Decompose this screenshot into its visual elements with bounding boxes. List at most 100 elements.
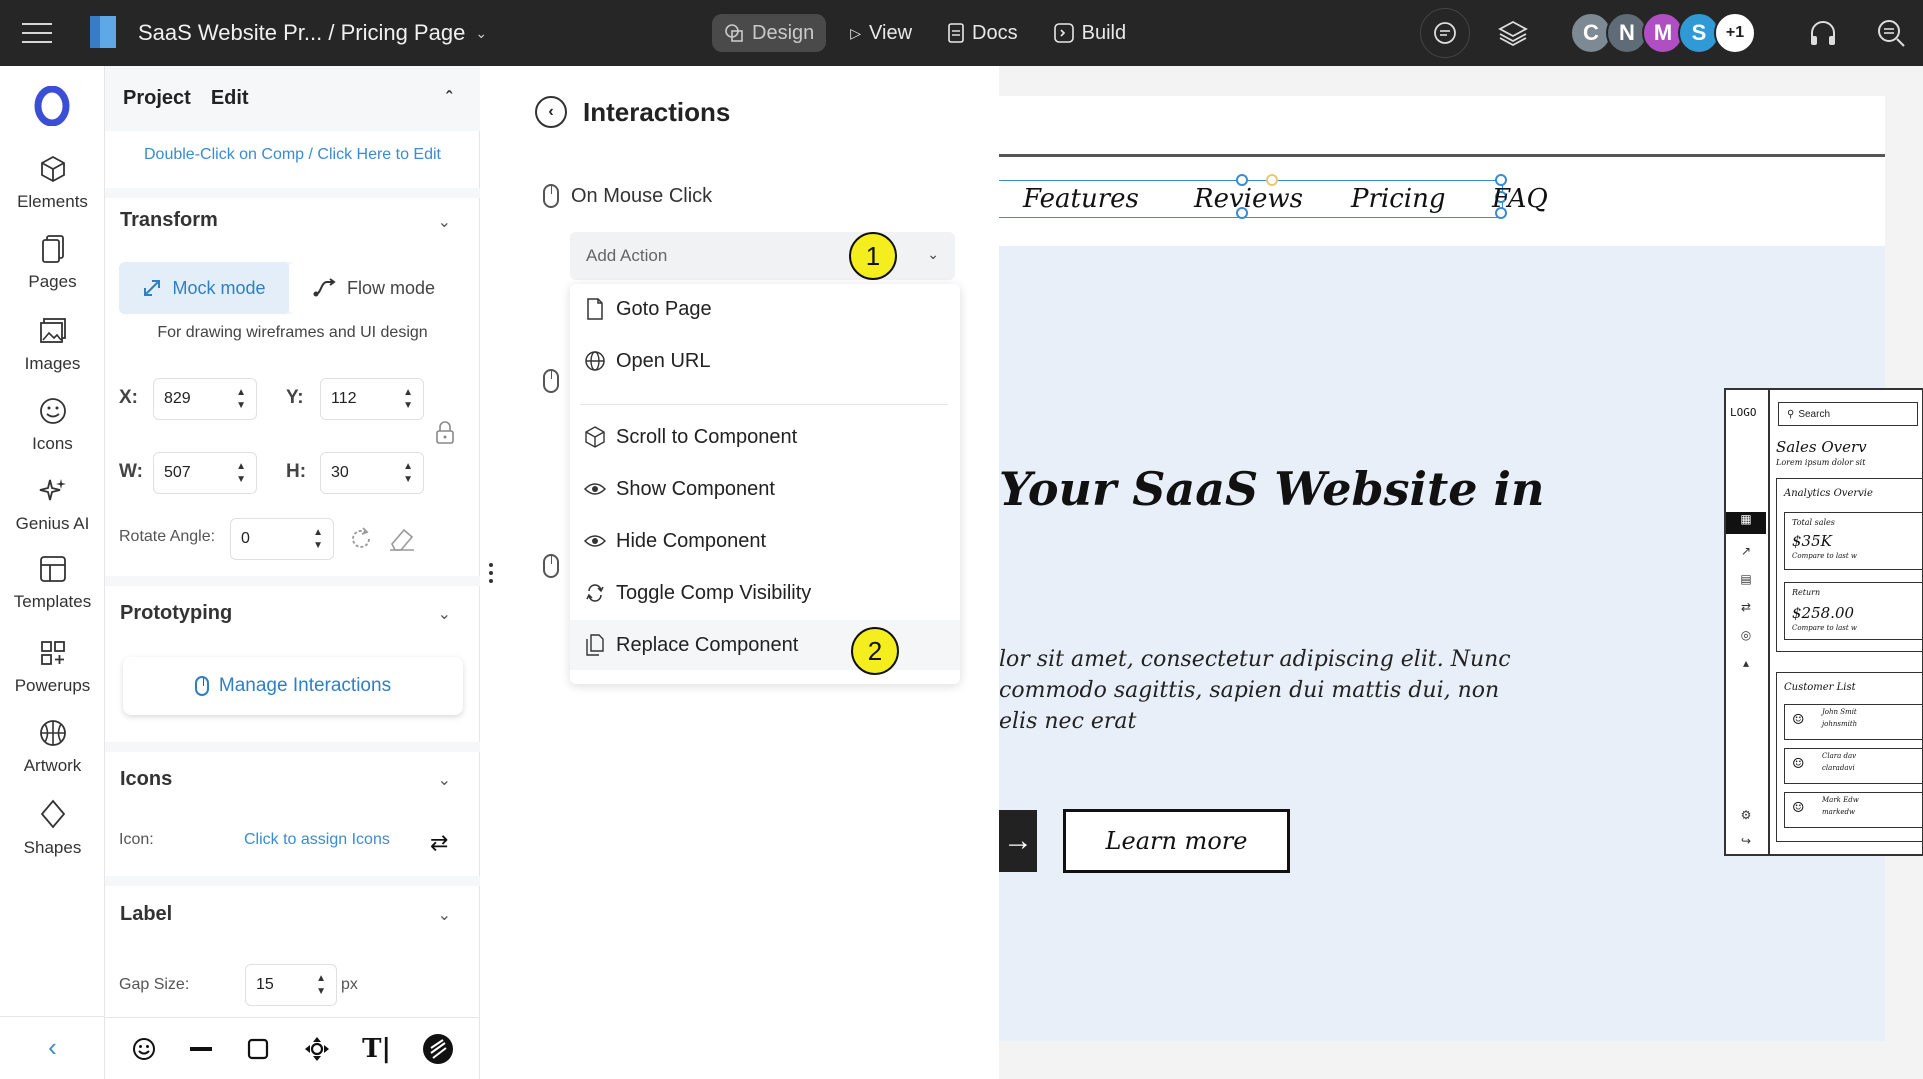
breadcrumb[interactable]: SaaS Website Pr... / Pricing Page ⌄ xyxy=(138,18,487,48)
stepper-icon[interactable]: ▲ ▼ xyxy=(236,460,246,486)
gap-size-label: Gap Size: xyxy=(119,976,190,993)
swap-icon[interactable]: ⇄ xyxy=(430,830,448,856)
chevron-down-icon[interactable]: ⌄ xyxy=(438,604,451,624)
rail-elements[interactable]: Elements xyxy=(0,154,105,212)
icons-title[interactable]: Icons xyxy=(120,768,172,791)
stepper-icon[interactable]: ▲ ▼ xyxy=(316,972,326,998)
line-icon[interactable] xyxy=(188,1036,214,1062)
learn-more-button[interactable]: Learn more xyxy=(1063,809,1290,873)
chevron-down-icon[interactable]: ⌄ xyxy=(438,212,451,232)
text-tool-icon[interactable]: T| xyxy=(362,1034,391,1064)
headphones-icon[interactable] xyxy=(1798,8,1848,58)
menu-divider xyxy=(580,404,948,405)
nav-docs[interactable]: Docs xyxy=(936,14,1030,52)
avatar-more[interactable]: +1 xyxy=(1714,12,1756,54)
nav-link-pricing[interactable]: Pricing xyxy=(1351,184,1446,214)
hero-paragraph[interactable]: lor sit amet, consectetur adipiscing eli… xyxy=(999,644,1511,737)
mouse-icon[interactable] xyxy=(543,369,559,393)
mode-toggle: Mock mode Flow mode xyxy=(119,262,459,314)
design-canvas[interactable]: Features Reviews Pricing FAQ Your SaaS W… xyxy=(999,66,1923,1079)
assign-icons-link[interactable]: Click to assign Icons xyxy=(244,831,390,849)
y-input[interactable]: 112 ▲ ▼ xyxy=(320,378,424,420)
nav-link-features[interactable]: Features xyxy=(1023,184,1139,214)
move-icon[interactable] xyxy=(303,1035,331,1063)
gap-size-input[interactable]: 15 ▲ ▼ xyxy=(245,964,337,1006)
back-icon[interactable]: ‹ xyxy=(535,96,567,128)
event-label: On Mouse Click xyxy=(571,184,713,207)
menu-label: Show Component xyxy=(616,477,775,500)
menu-item-scroll-to-component[interactable]: Scroll to Component xyxy=(570,412,960,462)
stepper-icon[interactable]: ▲ ▼ xyxy=(403,460,413,486)
collaborator-avatars[interactable]: C N M S +1 xyxy=(1570,12,1756,54)
add-action-dropdown[interactable]: Add Action ⌄ xyxy=(570,232,955,280)
rail-genius-ai[interactable]: Genius AI xyxy=(0,476,105,534)
lock-icon[interactable] xyxy=(435,421,455,450)
chevron-left-icon[interactable]: ‹ xyxy=(48,1032,57,1063)
rail-templates[interactable]: Templates xyxy=(0,554,105,612)
rotate-icon[interactable] xyxy=(348,526,374,557)
chevron-down-icon[interactable]: ⌄ xyxy=(927,246,939,263)
chevron-down-icon[interactable]: ⌄ xyxy=(438,905,451,925)
search-help-icon[interactable] xyxy=(1866,8,1916,58)
rail-images[interactable]: Images xyxy=(0,316,105,374)
eraser-icon[interactable] xyxy=(388,526,416,557)
tab-edit[interactable]: Edit xyxy=(211,87,249,110)
w-input[interactable]: 507 ▲ ▼ xyxy=(153,452,257,494)
smiley-icon[interactable] xyxy=(131,1036,157,1062)
flow-mode-button[interactable]: Flow mode xyxy=(289,262,459,314)
mock-sidebar: LOGO ▦ ↗ ▤ ⇄ ◎ ▴ ⚙ ↪ xyxy=(1726,390,1770,854)
nav-view[interactable]: ▷ View xyxy=(838,14,924,52)
nav-link-reviews[interactable]: Reviews xyxy=(1194,184,1303,214)
label-title[interactable]: Label xyxy=(120,903,172,926)
x-input[interactable]: 829 ▲ ▼ xyxy=(153,378,257,420)
menu-item-toggle-visibility[interactable]: Toggle Comp Visibility xyxy=(570,568,960,618)
sketch-style-icon[interactable] xyxy=(422,1033,454,1065)
mock-mode-button[interactable]: Mock mode xyxy=(119,262,289,314)
rotate-input[interactable]: 0 ▲ ▼ xyxy=(230,518,334,560)
breadcrumb-text[interactable]: SaaS Website Pr... / Pricing Page xyxy=(138,20,465,46)
h-input[interactable]: 30 ▲ ▼ xyxy=(320,452,424,494)
mode-nav: Design ▷ View Docs Build xyxy=(712,14,1138,52)
tab-project[interactable]: Project xyxy=(123,87,191,110)
mouse-icon[interactable] xyxy=(543,554,559,578)
menu-item-show-component[interactable]: Show Component xyxy=(570,464,960,514)
collapse-up-icon[interactable]: ˆ xyxy=(446,88,452,109)
menu-label: Replace Component xyxy=(616,633,799,656)
chevron-down-icon[interactable]: ⌄ xyxy=(438,770,451,790)
layers-icon[interactable] xyxy=(1488,8,1538,58)
prototyping-title[interactable]: Prototyping xyxy=(120,602,232,625)
menu-item-open-url[interactable]: Open URL xyxy=(570,336,960,386)
rail-powerups[interactable]: Powerups xyxy=(0,638,105,696)
event-on-mouse-click[interactable]: On Mouse Click xyxy=(543,184,712,208)
header-rule xyxy=(999,154,1885,157)
menu-item-replace-component[interactable]: Replace Component xyxy=(570,620,960,670)
rail-shapes[interactable]: Shapes xyxy=(0,798,105,858)
hamburger-menu-icon[interactable] xyxy=(22,18,52,48)
comments-icon[interactable] xyxy=(1420,8,1470,58)
nav-build[interactable]: Build xyxy=(1042,14,1138,52)
rectangle-icon[interactable] xyxy=(245,1036,271,1062)
mode-description: For drawing wireframes and UI design xyxy=(157,324,428,341)
transform-title[interactable]: Transform xyxy=(120,209,218,232)
nav-design[interactable]: Design xyxy=(712,14,827,52)
stepper-icon[interactable]: ▲ ▼ xyxy=(403,386,413,412)
rail-artwork[interactable]: Artwork xyxy=(0,718,105,776)
collapse-rail-button[interactable]: ‹ xyxy=(0,1016,105,1078)
hero-title[interactable]: Your SaaS Website in xyxy=(999,462,1544,516)
manage-interactions-button[interactable]: Manage Interactions xyxy=(123,657,463,715)
target-icon: ◎ xyxy=(1740,628,1752,642)
edit-hint-link[interactable]: Double-Click on Comp / Click Here to Edi… xyxy=(105,146,480,164)
menu-item-hide-component[interactable]: Hide Component xyxy=(570,516,960,566)
nav-link-faq[interactable]: FAQ xyxy=(1492,184,1548,214)
stepper-icon[interactable]: ▲ ▼ xyxy=(236,386,246,412)
rail-pages[interactable]: Pages xyxy=(0,234,105,292)
rail-icons[interactable]: Icons xyxy=(0,396,105,454)
stepper-icon[interactable]: ▲ ▼ xyxy=(313,526,323,552)
menu-item-goto-page[interactable]: Goto Page xyxy=(570,284,960,334)
page-artboard[interactable]: Features Reviews Pricing FAQ Your SaaS W… xyxy=(999,96,1923,1041)
nav-view-label: View xyxy=(869,21,913,44)
dashboard-mockup[interactable]: LOGO ▦ ↗ ▤ ⇄ ◎ ▴ ⚙ ↪ ⚲ Search Sales Over… xyxy=(1724,388,1923,856)
panel-resize-handle[interactable] xyxy=(489,563,495,583)
arrow-right-icon[interactable]: → xyxy=(999,810,1037,872)
chevron-down-icon[interactable]: ⌄ xyxy=(475,25,487,42)
